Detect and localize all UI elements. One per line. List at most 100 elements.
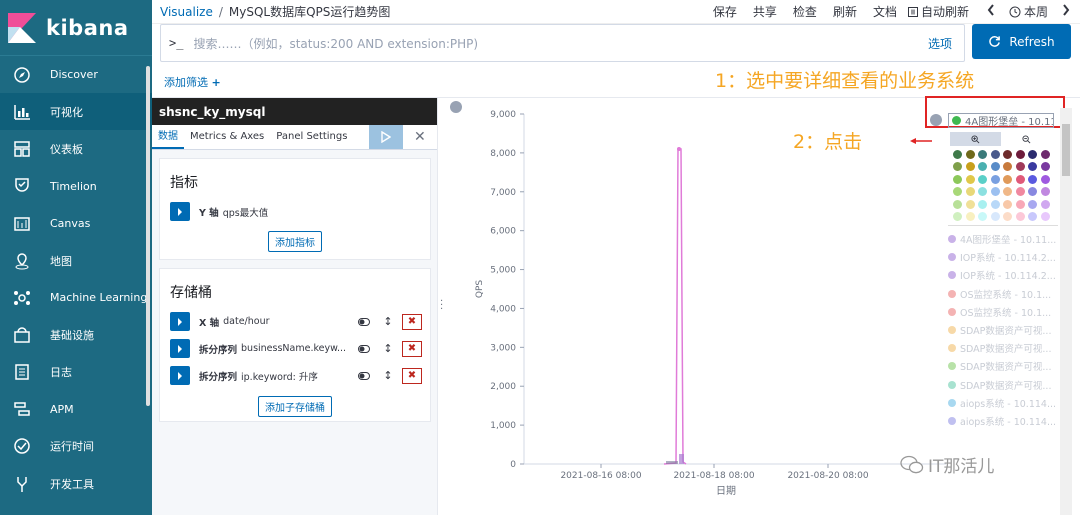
- color-swatch[interactable]: [965, 150, 975, 159]
- toggle-icon[interactable]: [354, 368, 374, 384]
- legend-item[interactable]: SDAP数据资产可视...: [948, 321, 1058, 339]
- time-picker[interactable]: 本周: [1009, 3, 1048, 20]
- add-metric-button[interactable]: 添加指标: [268, 231, 322, 252]
- discard-changes-icon[interactable]: ✕: [414, 129, 426, 145]
- sidebar-item-6[interactable]: Machine Learning: [0, 279, 152, 316]
- color-swatch[interactable]: [953, 199, 962, 209]
- tab-data[interactable]: 数据: [152, 127, 184, 149]
- color-swatch[interactable]: [1028, 174, 1037, 184]
- expand-bucket-button[interactable]: [170, 339, 190, 358]
- legend-item[interactable]: IOP系统 - 10.114.2...: [948, 248, 1058, 266]
- color-swatch[interactable]: [1028, 211, 1037, 221]
- inspect-button[interactable]: 检查: [793, 3, 817, 20]
- color-swatch[interactable]: [1003, 199, 1012, 209]
- color-swatch[interactable]: [1040, 150, 1050, 159]
- sidebar-item-10[interactable]: 运行时间: [0, 428, 152, 465]
- refresh-button[interactable]: Refresh: [972, 24, 1071, 59]
- legend-item[interactable]: OS监控系统 - 10.1...: [948, 303, 1058, 321]
- sidebar-item-7[interactable]: 基础设施: [0, 316, 152, 353]
- color-swatch[interactable]: [953, 174, 962, 184]
- color-swatch[interactable]: [1028, 162, 1037, 172]
- color-swatch[interactable]: [1028, 187, 1037, 197]
- query-options-link[interactable]: 选项: [928, 35, 952, 52]
- expand-metric-button[interactable]: [170, 202, 190, 221]
- sidebar-item-11[interactable]: 开发工具: [0, 465, 152, 502]
- breadcrumb-visualize-link[interactable]: Visualize: [160, 5, 213, 19]
- color-swatch[interactable]: [965, 199, 975, 209]
- toggle-icon[interactable]: [354, 341, 374, 357]
- sidebar-item-2[interactable]: 仪表板: [0, 130, 152, 167]
- docs-button[interactable]: 文档: [873, 3, 897, 20]
- sidebar-item-1[interactable]: 可视化: [0, 93, 152, 131]
- color-swatch[interactable]: [1003, 174, 1012, 184]
- auto-refresh-button[interactable]: 自动刷新: [907, 3, 969, 20]
- color-swatch[interactable]: [1040, 174, 1050, 184]
- color-swatch[interactable]: [1003, 211, 1012, 221]
- search-input[interactable]: 搜索……（例如，status:200 AND extension:PHP): [193, 35, 478, 52]
- color-swatch[interactable]: [1003, 150, 1012, 159]
- color-swatch[interactable]: [990, 199, 1000, 209]
- legend-scrollbar-thumb[interactable]: [1062, 124, 1070, 176]
- share-button[interactable]: 共享: [753, 3, 777, 20]
- time-forward-button[interactable]: [1062, 4, 1070, 19]
- drag-handle-icon[interactable]: ↕: [378, 314, 398, 330]
- search-query-bar[interactable]: >_ 搜索……（例如，status:200 AND extension:PHP)…: [160, 24, 965, 62]
- color-swatch[interactable]: [965, 174, 975, 184]
- sidebar-item-9[interactable]: APM: [0, 391, 152, 428]
- legend-item[interactable]: SDAP数据资产可视...: [948, 339, 1058, 357]
- color-swatch[interactable]: [965, 211, 975, 221]
- color-swatch[interactable]: [978, 174, 987, 184]
- color-swatch[interactable]: [1028, 150, 1037, 159]
- color-swatch[interactable]: [1040, 211, 1050, 221]
- panel-resize-handle[interactable]: · · ·: [440, 297, 443, 315]
- color-swatch[interactable]: [965, 187, 975, 197]
- expand-bucket-button[interactable]: [170, 312, 190, 331]
- color-swatch[interactable]: [978, 199, 987, 209]
- color-swatch[interactable]: [1015, 211, 1025, 221]
- color-swatch[interactable]: [1040, 199, 1050, 209]
- tab-panel-settings[interactable]: Panel Settings: [270, 131, 353, 149]
- toggle-legend-icon[interactable]: [930, 114, 942, 126]
- kibana-logo[interactable]: kibana: [0, 0, 152, 56]
- color-swatch[interactable]: [1015, 199, 1025, 209]
- toggle-icon[interactable]: [354, 314, 374, 330]
- sidebar-item-8[interactable]: 日志: [0, 354, 152, 391]
- sidebar-item-5[interactable]: 地图: [0, 242, 152, 279]
- color-swatch[interactable]: [1040, 187, 1050, 197]
- legend-selected-item[interactable]: 4A图形堡垒 - 10.11...: [948, 112, 1054, 128]
- color-swatch[interactable]: [990, 174, 1000, 184]
- color-swatch[interactable]: [1003, 162, 1012, 172]
- color-swatch[interactable]: [1003, 187, 1012, 197]
- color-swatch[interactable]: [990, 187, 1000, 197]
- legend-item[interactable]: SDAP数据资产可视...: [948, 357, 1058, 375]
- color-swatch[interactable]: [953, 162, 962, 172]
- color-swatch[interactable]: [1015, 187, 1025, 197]
- drag-handle-icon[interactable]: ↕: [378, 341, 398, 357]
- color-swatch[interactable]: [1015, 174, 1025, 184]
- color-swatch[interactable]: [953, 211, 962, 221]
- color-swatch[interactable]: [953, 150, 962, 159]
- color-swatch[interactable]: [990, 162, 1000, 172]
- remove-bucket-button[interactable]: ✖: [402, 313, 422, 330]
- color-swatch[interactable]: [978, 187, 987, 197]
- color-swatch[interactable]: [978, 162, 987, 172]
- color-swatch[interactable]: [1015, 150, 1025, 159]
- filter-out-value-icon[interactable]: [1001, 132, 1052, 146]
- remove-bucket-button[interactable]: ✖: [402, 367, 422, 384]
- legend-item[interactable]: aiops系统 - 10.114...: [948, 394, 1058, 412]
- add-sub-bucket-button[interactable]: 添加子存储桶: [258, 396, 332, 417]
- sidebar-item-0[interactable]: Discover: [0, 56, 152, 93]
- legend-item[interactable]: 4A图形堡垒 - 10.11...: [948, 230, 1058, 248]
- expand-bucket-button[interactable]: [170, 366, 190, 385]
- remove-bucket-button[interactable]: ✖: [402, 340, 422, 357]
- time-back-button[interactable]: [987, 4, 995, 19]
- legend-scrollbar[interactable]: [1060, 108, 1072, 515]
- tab-metrics-axes[interactable]: Metrics & Axes: [184, 131, 270, 149]
- refresh-menu-button[interactable]: 刷新: [833, 3, 857, 20]
- color-swatch[interactable]: [1015, 162, 1025, 172]
- save-button[interactable]: 保存: [713, 3, 737, 20]
- drag-handle-icon[interactable]: ↕: [378, 368, 398, 384]
- color-swatch[interactable]: [953, 187, 962, 197]
- color-swatch[interactable]: [978, 150, 987, 159]
- legend-item[interactable]: OS监控系统 - 10.1...: [948, 285, 1058, 303]
